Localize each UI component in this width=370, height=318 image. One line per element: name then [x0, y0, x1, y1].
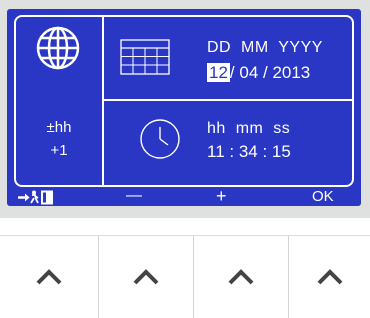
minus-softkey-label: — — [126, 187, 142, 204]
hardware-keypad — [0, 235, 370, 318]
date-format-header: DD MM YYYY — [207, 39, 323, 56]
key-4-button[interactable] — [289, 236, 370, 318]
lcd-screen: ±hh +1 DD MM YYYY 12/ 04 / 2013 hh mm ss… — [7, 9, 361, 206]
key-3-button[interactable] — [194, 236, 288, 318]
softkey-bar: — + OK — [7, 186, 361, 206]
vertical-divider — [102, 15, 104, 187]
key-1-button[interactable] — [0, 236, 98, 318]
ok-softkey-label: OK — [312, 188, 334, 205]
chevron-up-icon — [36, 269, 62, 285]
calendar-icon — [120, 39, 170, 75]
time-format-header: hh mm ss — [207, 120, 291, 137]
clock-icon — [140, 119, 180, 159]
key-2-button[interactable] — [99, 236, 193, 318]
horizontal-divider — [102, 99, 354, 101]
exit-icon[interactable] — [17, 190, 59, 205]
date-day-field[interactable]: 12 — [207, 63, 230, 82]
date-month-year: / 04 / 2013 — [229, 63, 311, 82]
plus-softkey-label: + — [216, 186, 227, 206]
timezone-label: ±hh — [46, 119, 72, 136]
chevron-up-icon — [133, 269, 159, 285]
chevron-up-icon — [228, 269, 254, 285]
timezone-value: +1 — [50, 142, 68, 159]
date-value: 12/ 04 / 2013 — [207, 63, 310, 83]
chevron-up-icon — [317, 269, 342, 285]
time-value: 11 : 34 : 15 — [207, 142, 291, 161]
globe-icon — [36, 26, 80, 70]
